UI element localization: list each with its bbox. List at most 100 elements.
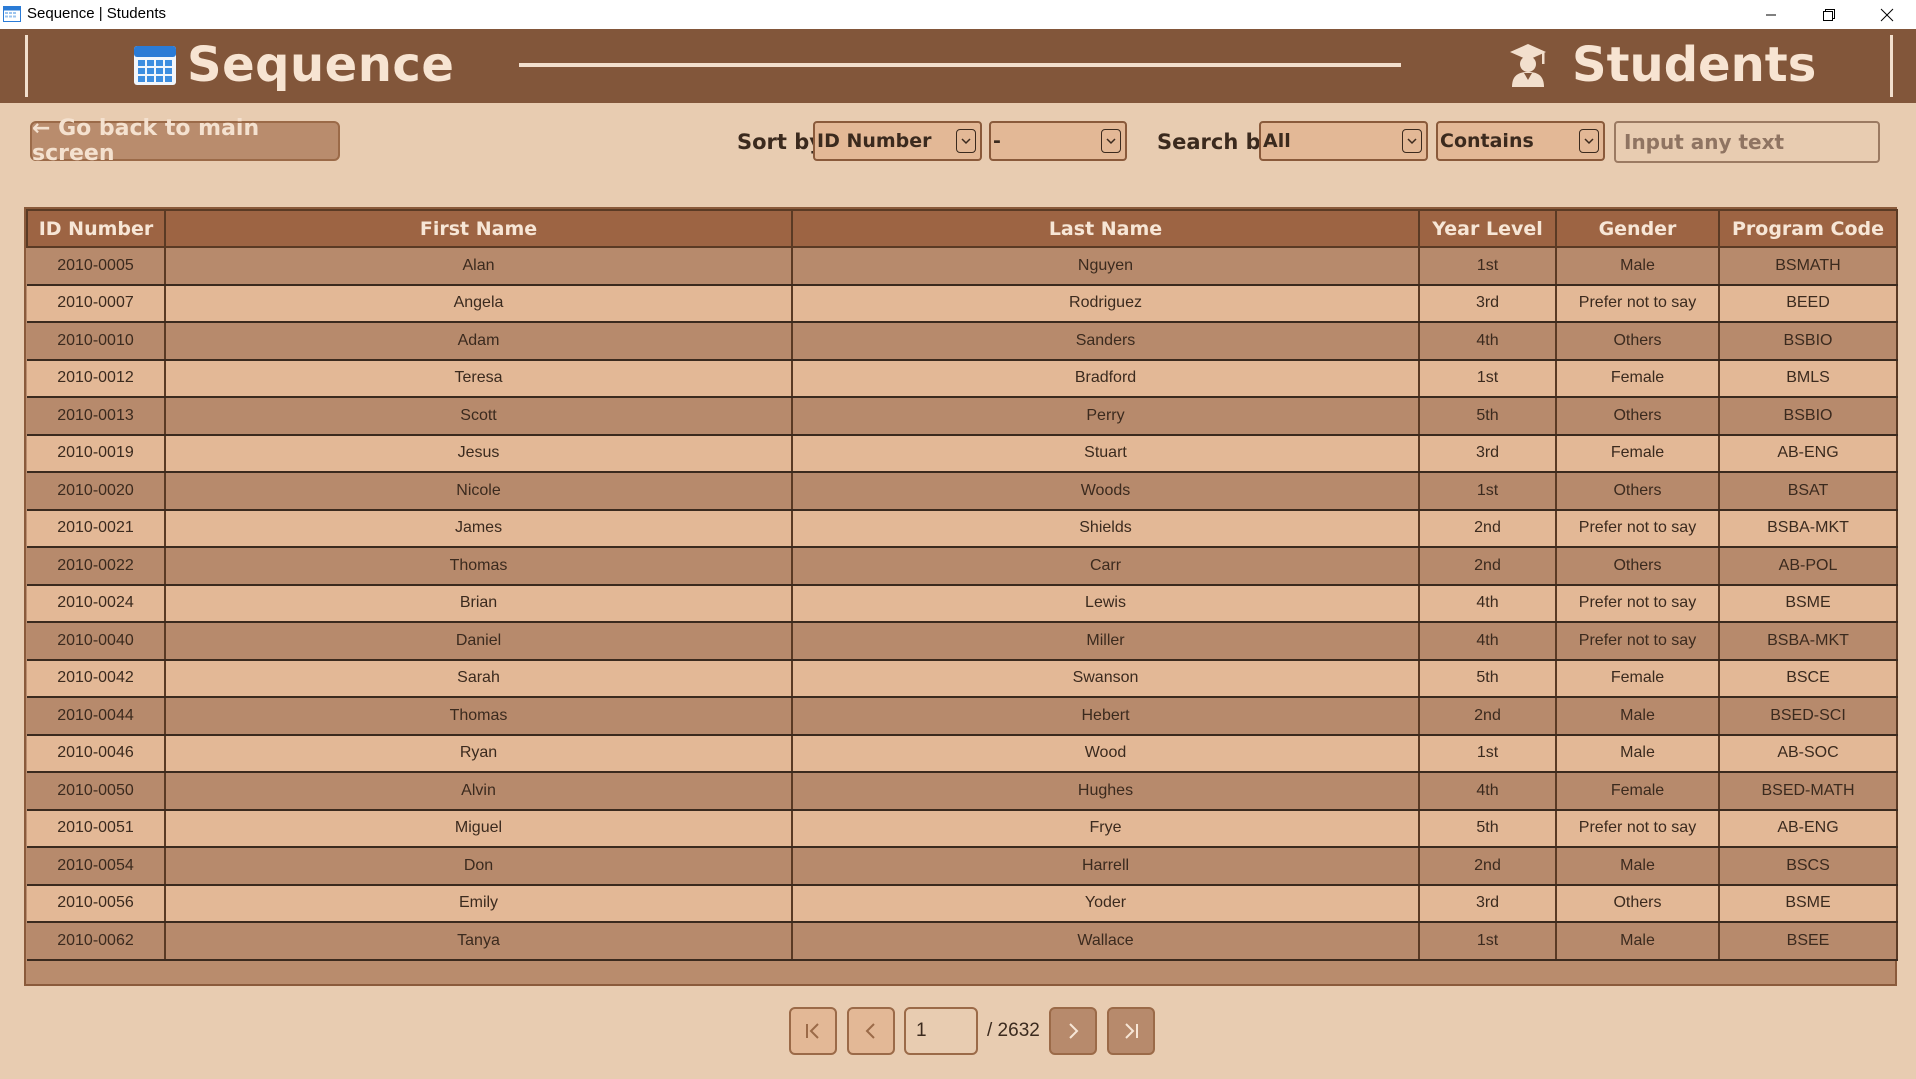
- table-cell: BSMATH: [1719, 247, 1898, 286]
- sort-order-value: -: [993, 130, 1001, 152]
- table-cell: Jesus: [165, 434, 793, 473]
- search-mode-value: Contains: [1440, 130, 1534, 152]
- previous-page-button[interactable]: [847, 1007, 895, 1055]
- table-row[interactable]: 2010-0007 Angela Rodriguez 3rd Prefer not to…: [27, 284, 1898, 323]
- table-cell: Hebert: [792, 697, 1420, 736]
- table-cell: 2010-0062: [27, 922, 166, 961]
- table-cell: Don: [165, 847, 793, 886]
- table-cell: 2010-0046: [27, 734, 166, 773]
- next-page-button[interactable]: [1049, 1007, 1097, 1055]
- search-field-select[interactable]: All: [1259, 121, 1428, 161]
- table-cell: 2nd: [1419, 509, 1557, 548]
- calendar-icon: [134, 46, 176, 85]
- table-row[interactable]: 2010-0010 Adam Sanders 4th Others BSBIO: [27, 322, 1898, 361]
- table-cell: 5th: [1419, 809, 1557, 848]
- table-cell: Others: [1556, 472, 1720, 511]
- close-button[interactable]: [1858, 0, 1916, 29]
- table-row[interactable]: 2010-0040 Daniel Miller 4th Prefer not to sa…: [27, 622, 1898, 661]
- last-page-button[interactable]: [1107, 1007, 1155, 1055]
- chevron-down-icon: [1101, 129, 1121, 153]
- table-cell: 2010-0050: [27, 772, 166, 811]
- table-cell: 1st: [1419, 247, 1557, 286]
- brand: Sequence: [133, 37, 454, 93]
- header-divider-left: [25, 35, 28, 97]
- chevron-down-icon: [1402, 129, 1422, 153]
- last-page-icon: [1125, 1023, 1138, 1039]
- table-cell: BEED: [1719, 284, 1898, 323]
- table-cell: Prefer not to say: [1556, 622, 1720, 661]
- sort-field-select[interactable]: ID Number: [813, 121, 982, 161]
- close-icon: [1880, 8, 1894, 21]
- table-cell: 2010-0044: [27, 697, 166, 736]
- table-row[interactable]: 2010-0019 Jesus Stuart 3rd Female AB-ENG: [27, 434, 1898, 473]
- table-row[interactable]: 2010-0042 Sarah Swanson 5th Female BSCE: [27, 659, 1898, 698]
- table-row[interactable]: 2010-0056 Emily Yoder 3rd Others BSME: [27, 884, 1898, 923]
- table-cell: BSEE: [1719, 922, 1898, 961]
- table-cell: Alvin: [165, 772, 793, 811]
- restore-button[interactable]: [1800, 0, 1858, 29]
- table-row[interactable]: 2010-0020 Nicole Woods 1st Others BSAT: [27, 472, 1898, 511]
- table-cell: 5th: [1419, 397, 1557, 436]
- table-row[interactable]: 2010-0062 Tanya Wallace 1st Male BSEE: [27, 922, 1898, 961]
- column-header[interactable]: Program Code: [1718, 209, 1898, 248]
- table-cell: Prefer not to say: [1556, 509, 1720, 548]
- window-title: Sequence | Students: [27, 5, 166, 22]
- first-page-button[interactable]: [789, 1007, 837, 1055]
- table-cell: Alan: [165, 247, 793, 286]
- table-cell: Miguel: [165, 809, 793, 848]
- search-field-value: All: [1263, 130, 1291, 152]
- table-row[interactable]: 2010-0013 Scott Perry 5th Others BSBIO: [27, 397, 1898, 436]
- column-header[interactable]: Gender: [1555, 209, 1720, 248]
- column-header[interactable]: First Name: [164, 209, 793, 248]
- table-cell: 5th: [1419, 659, 1557, 698]
- table-cell: AB-SOC: [1719, 734, 1898, 773]
- minimize-icon: [1766, 14, 1776, 15]
- restore-icon: [1823, 8, 1835, 21]
- sort-order-select[interactable]: -: [989, 121, 1127, 161]
- table-cell: BSBIO: [1719, 322, 1898, 361]
- table-cell: Angela: [165, 284, 793, 323]
- table-row[interactable]: 2010-0051 Miguel Frye 5th Prefer not to say A…: [27, 809, 1898, 848]
- search-input[interactable]: [1614, 121, 1880, 163]
- column-header[interactable]: ID Number: [26, 209, 166, 248]
- table-cell: AB-ENG: [1719, 809, 1898, 848]
- table-row[interactable]: 2010-0012 Teresa Bradford 1st Female BMLS: [27, 359, 1898, 398]
- table-cell: 4th: [1419, 622, 1557, 661]
- table-cell: 4th: [1419, 772, 1557, 811]
- table-row[interactable]: 2010-0054 Don Harrell 2nd Male BSCS: [27, 847, 1898, 886]
- table-cell: Wallace: [792, 922, 1420, 961]
- table-cell: 2nd: [1419, 697, 1557, 736]
- sort-field-value: ID Number: [817, 130, 932, 152]
- sort-label: Sort by: [737, 130, 823, 154]
- minimize-button[interactable]: [1742, 0, 1800, 29]
- table-cell: 1st: [1419, 922, 1557, 961]
- table-row[interactable]: 2010-0021 James Shields 2nd Prefer not to sa…: [27, 509, 1898, 548]
- chevron-left-icon: [865, 1023, 875, 1039]
- table-row[interactable]: 2010-0005 Alan Nguyen 1st Male BSMATH: [27, 247, 1898, 286]
- table-cell: Adam: [165, 322, 793, 361]
- first-page-icon: [806, 1023, 819, 1039]
- table-cell: Sanders: [792, 322, 1420, 361]
- table-cell: 3rd: [1419, 434, 1557, 473]
- table-row[interactable]: 2010-0046 Ryan Wood 1st Male AB-SOC: [27, 734, 1898, 773]
- table-cell: 4th: [1419, 584, 1557, 623]
- column-header[interactable]: Year Level: [1418, 209, 1557, 248]
- search-mode-select[interactable]: Contains: [1436, 121, 1605, 161]
- page-number-input[interactable]: [904, 1007, 978, 1055]
- table-cell: 4th: [1419, 322, 1557, 361]
- table-cell: 2010-0054: [27, 847, 166, 886]
- column-header[interactable]: Last Name: [791, 209, 1420, 248]
- table-cell: 3rd: [1419, 884, 1557, 923]
- table-row[interactable]: 2010-0022 Thomas Carr 2nd Others AB-POL: [27, 547, 1898, 586]
- table-cell: Carr: [792, 547, 1420, 586]
- table-row[interactable]: 2010-0024 Brian Lewis 4th Prefer not to say B…: [27, 584, 1898, 623]
- back-to-main-button[interactable]: ← Go back to main screen: [30, 116, 340, 166]
- table-cell: Others: [1556, 397, 1720, 436]
- table-cell: Swanson: [792, 659, 1420, 698]
- table-cell: BSBA-MKT: [1719, 509, 1898, 548]
- table-cell: BSCE: [1719, 659, 1898, 698]
- table-row[interactable]: 2010-0044 Thomas Hebert 2nd Male BSED-SCI: [27, 697, 1898, 736]
- table-row[interactable]: 2010-0050 Alvin Hughes 4th Female BSED-MATH: [27, 772, 1898, 811]
- table-cell: Lewis: [792, 584, 1420, 623]
- table-cell: BSME: [1719, 884, 1898, 923]
